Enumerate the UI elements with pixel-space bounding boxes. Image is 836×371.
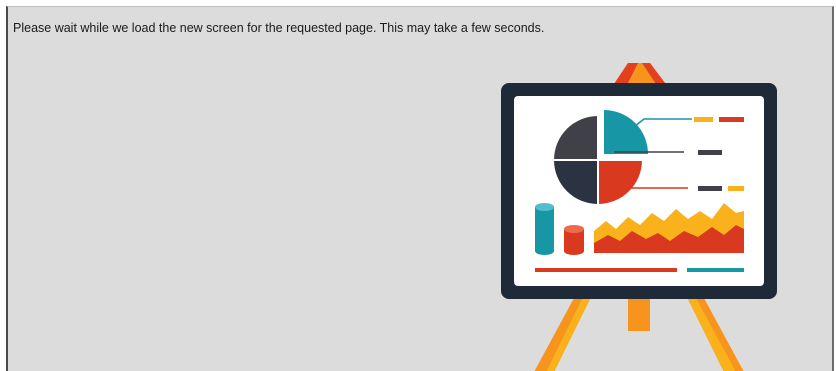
easel-leg-left-shade bbox=[546, 287, 596, 371]
bottom-bar-red bbox=[535, 268, 677, 272]
legend-dash-yellow-1 bbox=[694, 117, 713, 122]
legend-dash-red-1 bbox=[719, 117, 744, 122]
loading-screen: Please wait while we load the new screen… bbox=[6, 6, 834, 371]
bottom-bar-teal bbox=[687, 268, 744, 272]
presentation-easel-icon bbox=[501, 63, 777, 371]
legend-dash-dark-2 bbox=[698, 186, 722, 191]
cylinder-red-icon bbox=[564, 225, 584, 255]
board-face bbox=[514, 96, 764, 286]
cylinder-teal-icon bbox=[535, 203, 554, 255]
legend-dash-dark-1 bbox=[698, 150, 722, 155]
easel-leg-right-shade bbox=[682, 287, 736, 371]
legend-dash-yellow-2 bbox=[728, 186, 744, 191]
